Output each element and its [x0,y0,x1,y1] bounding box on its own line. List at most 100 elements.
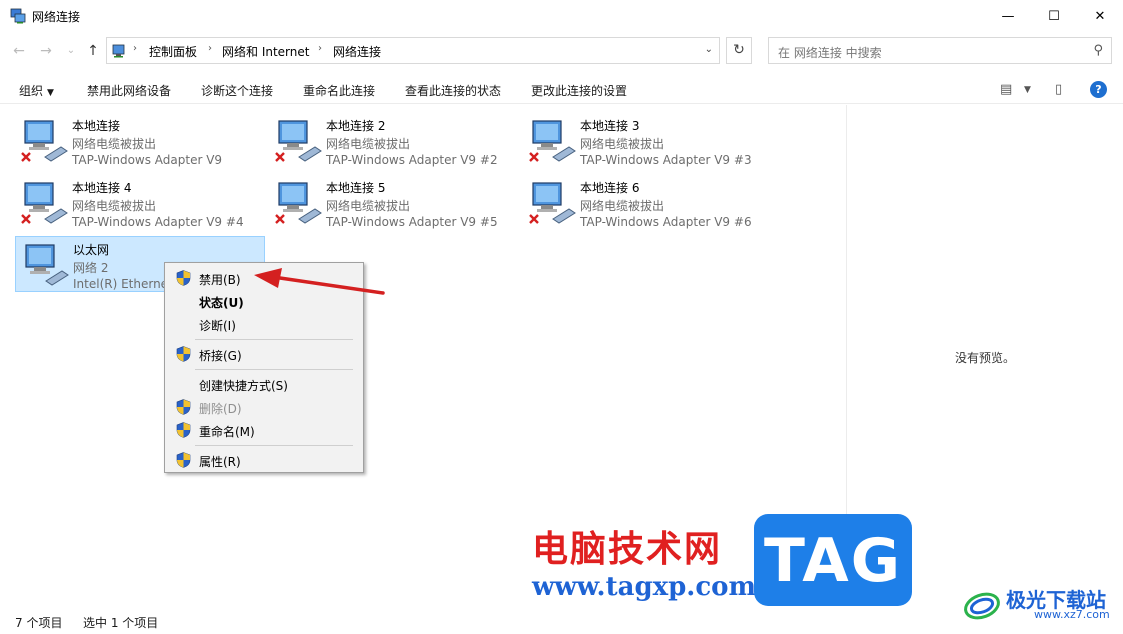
connection-name: 以太网 [73,243,110,257]
organize-menu[interactable]: 组织 ▼ [19,82,54,99]
breadcrumb-network-connections[interactable]: 网络连接 [333,43,381,60]
menu-item-create-shortcut[interactable]: 创建快捷方式(S) [167,373,361,395]
menu-item-diagnose[interactable]: 诊断(I) [167,313,361,335]
breadcrumb-separator: › [208,43,212,54]
menu-separator [195,369,353,370]
change-settings-button[interactable]: 更改此连接的设置 [531,82,627,99]
menu-item-label: 属性(R) [199,455,241,469]
watermark-site-url: www.xz7.com [1034,608,1110,621]
help-icon[interactable]: ? [1090,81,1107,98]
connection-name: 本地连接 5 [326,181,386,195]
connection-device: Intel(R) Ethernet [73,277,173,291]
network-adapter-icon [275,120,322,162]
connection-status: 网络电缆被拔出 [72,137,157,151]
command-bar: 组织 ▼ 禁用此网络设备 诊断这个连接 重命名此连接 查看此连接的状态 更改此连接… [0,76,1123,104]
menu-item-rename[interactable]: 重命名(M) [167,419,361,441]
menu-item-label: 创建快捷方式(S) [199,379,288,393]
preview-pane-icon[interactable]: ▯ [1055,82,1062,97]
view-status-button[interactable]: 查看此连接的状态 [405,82,501,99]
title-bar: 网络连接 — ☐ ✕ [0,0,1123,32]
connection-status: 网络电缆被拔出 [72,199,157,213]
rename-button[interactable]: 重命名此连接 [303,82,375,99]
connection-name: 本地连接 6 [580,181,640,195]
network-adapter-icon [25,244,69,286]
status-bar: 7 个项目 选中 1 个项目 [0,610,1123,634]
address-bar[interactable]: › 控制面板 › 网络和 Internet › 网络连接 ⌄ [106,37,720,64]
network-adapter-icon [275,182,322,224]
network-connections-icon [10,8,26,24]
connection-status: 网络电缆被拔出 [326,199,411,213]
connection-device: TAP-Windows Adapter V9 #2 [326,153,498,167]
uac-shield-icon [176,399,191,415]
connection-item[interactable]: 本地连接 6 网络电缆被拔出 TAP-Windows Adapter V9 #6 [523,175,773,231]
minimize-button[interactable]: — [985,0,1031,32]
menu-separator [195,339,353,340]
connection-status: 网络电缆被拔出 [580,199,665,213]
connection-status: 网络 2 [73,261,109,275]
window-title: 网络连接 [32,10,81,24]
breadcrumb-separator: › [318,43,322,54]
breadcrumb-separator: › [133,43,137,54]
menu-item-label: 桥接(G) [199,349,242,363]
selected-count: 选中 1 个项目 [83,616,159,630]
connection-device: TAP-Windows Adapter V9 #5 [326,215,498,229]
menu-item-label: 状态(U) [199,296,244,310]
diagnose-button[interactable]: 诊断这个连接 [201,82,273,99]
connection-device: TAP-Windows Adapter V9 #6 [580,215,752,229]
uac-shield-icon [176,422,191,438]
network-adapter-icon [21,182,68,224]
connection-name: 本地连接 2 [326,119,386,133]
menu-item-label: 禁用(B) [199,273,241,287]
back-icon[interactable]: ← [10,42,28,60]
network-adapter-icon [529,120,576,162]
disable-device-button[interactable]: 禁用此网络设备 [87,82,171,99]
menu-separator [195,445,353,446]
view-options-icon[interactable]: ▤ [1000,82,1012,97]
network-adapter-icon [529,182,576,224]
uac-shield-icon [176,346,191,362]
connection-item[interactable]: 本地连接 网络电缆被拔出 TAP-Windows Adapter V9 [15,113,265,169]
watermark-url: www.tagxp.com [532,572,757,602]
menu-item-label: 删除(D) [199,402,242,416]
connection-item[interactable]: 本地连接 3 网络电缆被拔出 TAP-Windows Adapter V9 #3 [523,113,773,169]
forward-icon[interactable]: → [37,42,55,60]
search-input[interactable]: 在 网络连接 中搜索 ⚲ [768,37,1112,64]
search-placeholder: 在 网络连接 中搜索 [778,46,882,60]
navigation-bar: ← → ⌄ ↑ › 控制面板 › 网络和 Internet › 网络连接 ⌄ ↻… [0,32,1123,72]
connection-status: 网络电缆被拔出 [326,137,411,151]
breadcrumb-control-panel[interactable]: 控制面板 [149,43,197,60]
site-logo-icon [964,592,1000,620]
view-dropdown-icon[interactable]: ▼ [1024,85,1031,95]
connection-device: TAP-Windows Adapter V9 [72,153,223,167]
no-preview-text: 没有预览。 [955,351,1016,365]
organize-label: 组织 [19,84,44,98]
connection-status: 网络电缆被拔出 [580,137,665,151]
recent-locations-icon[interactable]: ⌄ [62,42,80,60]
menu-item-properties[interactable]: 属性(R) [167,449,361,471]
menu-item-delete: 删除(D) [167,396,361,418]
connection-item[interactable]: 本地连接 5 网络电缆被拔出 TAP-Windows Adapter V9 #5 [269,175,519,231]
search-icon[interactable]: ⚲ [1093,43,1103,58]
watermark-tag-text: TAG [764,526,902,596]
up-icon[interactable]: ↑ [84,42,102,60]
menu-item-label: 诊断(I) [199,319,236,333]
menu-item-label: 重命名(M) [199,425,255,439]
connection-name: 本地连接 3 [580,119,640,133]
maximize-button[interactable]: ☐ [1031,0,1077,32]
watermark-tag-logo: TAG [754,514,912,606]
network-adapter-icon [21,120,68,162]
connection-item[interactable]: 本地连接 4 网络电缆被拔出 TAP-Windows Adapter V9 #4 [15,175,265,231]
breadcrumb-network-internet[interactable]: 网络和 Internet [222,43,309,60]
chevron-down-icon: ▼ [47,88,54,98]
menu-item-bridge[interactable]: 桥接(G) [167,343,361,365]
control-panel-icon [112,44,125,58]
uac-shield-icon [176,452,191,468]
close-button[interactable]: ✕ [1077,0,1123,32]
uac-shield-icon [176,270,191,286]
connection-device: TAP-Windows Adapter V9 #3 [580,153,752,167]
connection-item[interactable]: 本地连接 2 网络电缆被拔出 TAP-Windows Adapter V9 #2 [269,113,519,169]
connection-name: 本地连接 [72,119,121,133]
address-dropdown-icon[interactable]: ⌄ [705,44,713,55]
annotation-arrow [254,268,385,295]
refresh-icon[interactable]: ↻ [726,37,752,64]
